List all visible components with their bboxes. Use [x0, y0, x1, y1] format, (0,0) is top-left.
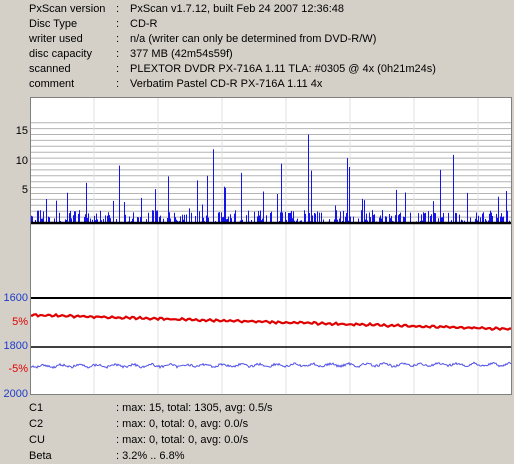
jitter-tick-0: 1600: [3, 292, 28, 304]
info-label: scanned: [29, 63, 71, 75]
jitter-tick-2: 1800: [3, 340, 28, 352]
c1-tick-10: 10: [15, 155, 28, 167]
jitter-tick-3: -5%: [8, 363, 28, 375]
stat-label-cu: CU: [29, 434, 45, 446]
stat-label-c2: C2: [29, 418, 44, 430]
c1-bars: [31, 134, 512, 223]
graph-border: [30, 97, 512, 395]
info-label: comment: [29, 78, 75, 90]
info-panel: PxScan version: PxScan v1.7.12, built Feb…: [0, 0, 514, 96]
info-colon: :: [116, 33, 120, 45]
stat-label-beta: Beta: [29, 450, 52, 462]
info-label: PxScan version: [29, 3, 106, 15]
stat-value-c2: : max: 0, total: 0, avg: 0.0/s: [116, 418, 249, 430]
stat-label-c1: C1: [29, 402, 44, 414]
info-value: 377 MB (42m54s59f): [130, 48, 233, 60]
scan-graph-svg: [29, 97, 513, 395]
info-value: n/a (writer can only be determined from …: [130, 33, 377, 45]
stat-value-cu: : max: 0, total: 0, avg: 0.0/s: [116, 434, 249, 446]
info-colon: :: [116, 63, 120, 75]
jitter-tick-4: 2000: [3, 388, 28, 400]
info-value: Verbatim Pastel CD-R PX-716A 1.11 4x: [130, 78, 323, 90]
info-value: CD-R: [130, 18, 158, 30]
jitter-tick-1: 5%: [12, 316, 28, 328]
info-label: disc capacity: [29, 48, 92, 60]
info-colon: :: [116, 48, 120, 60]
c1-tick-15: 15: [15, 125, 28, 137]
info-label: writer used: [29, 33, 83, 45]
stat-value-beta: : 3.2% .. 6.8%: [116, 450, 185, 462]
stat-value-c1: : max: 15, total: 1305, avg: 0.5/s: [116, 402, 273, 414]
info-label: Disc Type: [29, 18, 78, 30]
info-value: PLEXTOR DVDR PX-716A 1.11 TLA: #0305 @ 4…: [130, 63, 436, 75]
beta-line: [29, 312, 513, 332]
info-colon: :: [116, 78, 120, 90]
scan-graph: [29, 97, 513, 395]
c1-tick-5: 5: [21, 184, 28, 196]
info-colon: :: [116, 18, 120, 30]
jitter-line: [29, 361, 513, 370]
info-colon: :: [116, 3, 120, 15]
info-value: PxScan v1.7.12, built Feb 24 2007 12:36:…: [130, 3, 345, 15]
